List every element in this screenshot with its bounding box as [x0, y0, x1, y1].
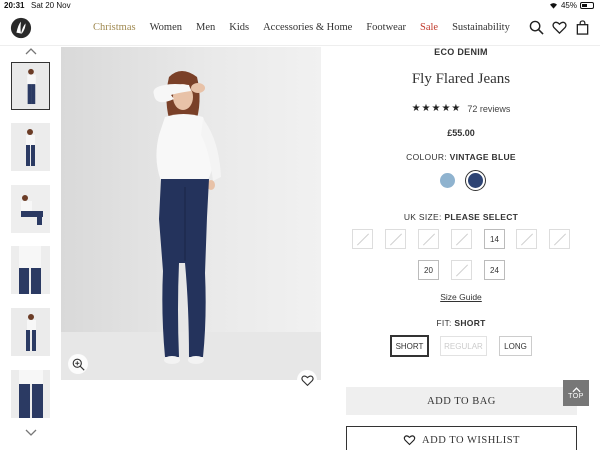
- status-date: Sat 20 Nov: [31, 1, 71, 10]
- image-wishlist-button[interactable]: [297, 370, 317, 390]
- search-icon[interactable]: [529, 20, 544, 35]
- zoom-in-icon: [72, 358, 85, 371]
- size-option-24[interactable]: 24: [484, 260, 505, 280]
- colour-label-text: COLOUR:: [406, 152, 447, 162]
- size-option-22[interactable]: [451, 260, 472, 280]
- size-option-12[interactable]: [451, 229, 472, 249]
- heart-icon: [403, 435, 416, 446]
- colour-value: VINTAGE BLUE: [449, 152, 516, 162]
- rating-stars: ★★★★★: [411, 103, 462, 114]
- colour-swatch-vintage-blue[interactable]: [468, 173, 483, 188]
- thumbnail-2[interactable]: [11, 123, 50, 171]
- colour-label: COLOUR: VINTAGE BLUE: [346, 152, 576, 162]
- chevron-down-icon[interactable]: [24, 428, 38, 438]
- nav-link-sale[interactable]: Sale: [420, 22, 438, 33]
- fit-option-regular[interactable]: REGULAR: [440, 336, 487, 356]
- add-to-wishlist-label: ADD TO WISHLIST: [422, 434, 520, 446]
- zoom-button[interactable]: [68, 354, 88, 374]
- size-label-text: UK SIZE:: [403, 212, 442, 222]
- nav-link-accessories-home[interactable]: Accessories & Home: [263, 22, 352, 33]
- wifi-icon: [549, 3, 557, 9]
- heart-icon[interactable]: [552, 20, 567, 35]
- review-count[interactable]: 72 reviews: [467, 104, 510, 114]
- product-title: Fly Flared Jeans: [411, 71, 511, 87]
- status-time: 20:31: [4, 1, 25, 10]
- size-option-20[interactable]: 20: [418, 260, 439, 280]
- add-to-bag-button[interactable]: ADD TO BAG: [346, 387, 577, 415]
- add-to-wishlist-button[interactable]: ADD TO WISHLIST: [346, 426, 577, 450]
- battery-icon: [580, 2, 594, 9]
- chevron-up-icon[interactable]: [24, 46, 38, 56]
- nav-link-christmas[interactable]: Christmas: [93, 22, 136, 33]
- heart-icon: [300, 374, 314, 386]
- thumbnail-5[interactable]: [11, 308, 50, 356]
- product-price: £55.00: [447, 128, 475, 138]
- battery-percent: 45%: [560, 1, 577, 10]
- nav-link-men[interactable]: Men: [196, 22, 215, 33]
- nav-link-sustainability[interactable]: Sustainability: [452, 22, 510, 33]
- nav-links: Christmas Women Men Kids Accessories & H…: [93, 22, 510, 33]
- thumbnail-6[interactable]: [11, 370, 50, 418]
- status-bar: 20:31 Sat 20 Nov 45%: [0, 0, 600, 12]
- size-guide-link[interactable]: Size Guide: [346, 292, 576, 302]
- nav-icons: [529, 20, 590, 35]
- size-option-14[interactable]: 14: [484, 229, 505, 249]
- thumbnail-4[interactable]: [11, 246, 50, 294]
- back-to-top-label: TOP: [568, 392, 584, 400]
- nav-link-footwear[interactable]: Footwear: [366, 22, 406, 33]
- thumbnail-1[interactable]: [11, 62, 50, 110]
- fit-value: SHORT: [454, 318, 486, 328]
- fit-label-text: FIT:: [436, 318, 452, 328]
- fit-label: FIT: SHORT: [346, 318, 576, 328]
- colour-swatch-light-blue[interactable]: [440, 173, 455, 188]
- fit-option-long[interactable]: LONG: [499, 336, 532, 356]
- size-option-10[interactable]: [418, 229, 439, 249]
- bag-icon[interactable]: [575, 20, 590, 35]
- nav-link-kids[interactable]: Kids: [229, 22, 249, 33]
- product-main-image[interactable]: [61, 47, 321, 380]
- back-to-top-button[interactable]: TOP: [563, 380, 589, 406]
- product-rating[interactable]: ★★★★★ 72 reviews: [346, 103, 576, 114]
- status-right: 45%: [549, 1, 594, 10]
- size-option-6[interactable]: [352, 229, 373, 249]
- size-option-18[interactable]: [549, 229, 570, 249]
- product-brand[interactable]: ECO DENIM: [346, 47, 576, 57]
- size-option-8[interactable]: [385, 229, 406, 249]
- top-nav: Christmas Women Men Kids Accessories & H…: [0, 12, 600, 46]
- fit-option-short[interactable]: SHORT: [391, 336, 428, 356]
- size-option-16[interactable]: [516, 229, 537, 249]
- size-value: PLEASE SELECT: [444, 212, 519, 222]
- size-label: UK SIZE: PLEASE SELECT: [346, 212, 576, 222]
- thumbnail-3[interactable]: [11, 185, 50, 233]
- nav-link-women[interactable]: Women: [150, 22, 182, 33]
- brand-logo-icon[interactable]: [10, 17, 32, 39]
